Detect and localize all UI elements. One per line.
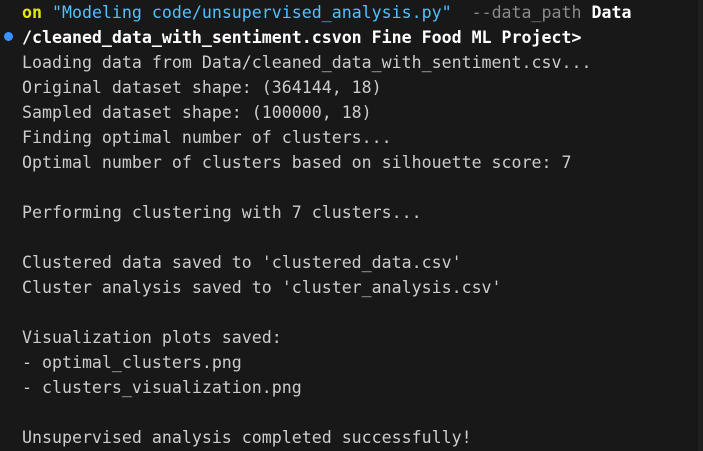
output-line: Cluster analysis saved to 'cluster_analy… [22,278,502,297]
command-keyword: on [22,3,52,22]
terminal-panel[interactable]: on "Modeling code/unsupervised_analysis.… [0,0,703,451]
terminal-scrollbar[interactable] [698,0,703,451]
output-line: Clustered data saved to 'clustered_data.… [22,253,462,272]
output-line: Performing clustering with 7 clusters... [22,203,422,222]
output-line: Visualization plots saved: [22,328,282,347]
command-path-start: Data [591,3,632,22]
output-line: Original dataset shape: (364144, 18) [22,78,382,97]
output-line: - optimal_clusters.png [22,353,242,372]
command-line-1: on "Modeling code/unsupervised_analysis.… [22,0,631,25]
output-line: Finding optimal number of clusters... [22,128,392,147]
command-script-path: "Modeling code/unsupervised_analysis.py" [51,3,452,22]
command-flag: --data_path [451,3,592,22]
output-line: Sampled dataset shape: (100000, 18) [22,103,372,122]
output-line: Unsupervised analysis completed successf… [22,428,472,447]
output-line: - clusters_visualization.png [22,378,302,397]
output-line: Loading data from Data/cleaned_data_with… [22,53,592,72]
output-line: Optimal number of clusters based on silh… [22,153,572,172]
command-line-2: /cleaned_data_with_sentiment.csvon Fine … [22,28,582,47]
command-decoration-icon[interactable] [4,32,13,41]
